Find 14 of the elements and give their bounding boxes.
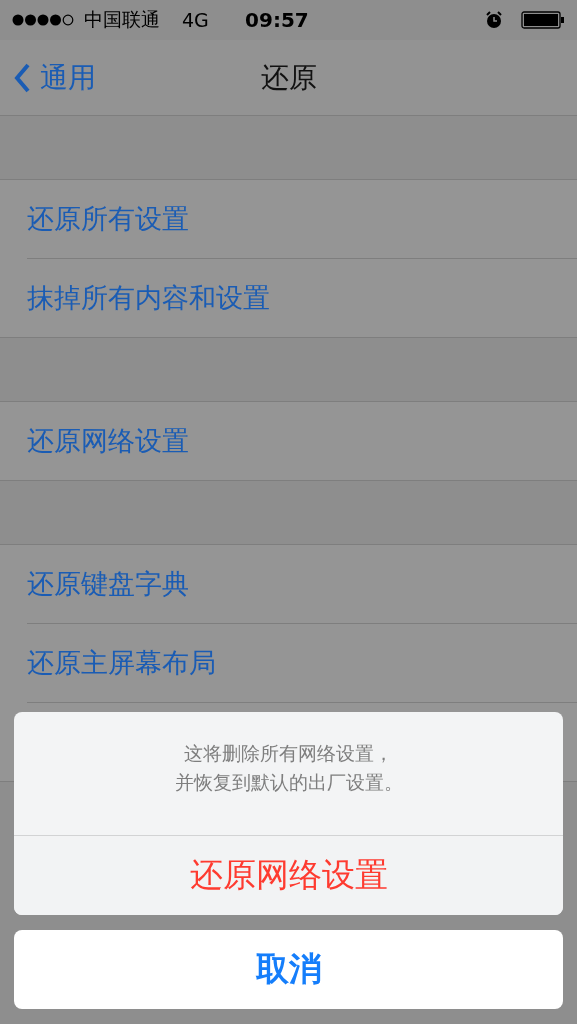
- settings-row[interactable]: 抹掉所有内容和设置: [27, 259, 577, 337]
- carrier-name: 中国联通: [84, 7, 160, 32]
- clock-time: 09:57: [245, 8, 309, 32]
- alarm-icon: [485, 11, 503, 29]
- settings-row[interactable]: 还原键盘字典: [27, 545, 577, 624]
- battery-icon: [521, 11, 565, 29]
- settings-row[interactable]: 还原主屏幕布局: [27, 624, 577, 703]
- nav-title: 还原: [260, 59, 317, 96]
- cancel-button[interactable]: 取消: [14, 930, 563, 1009]
- signal-icon: [12, 14, 76, 26]
- back-button[interactable]: 通用: [0, 58, 96, 97]
- chevron-left-icon: [14, 62, 30, 93]
- network-type: 4G: [182, 9, 209, 31]
- settings-row[interactable]: 还原所有设置: [27, 180, 577, 259]
